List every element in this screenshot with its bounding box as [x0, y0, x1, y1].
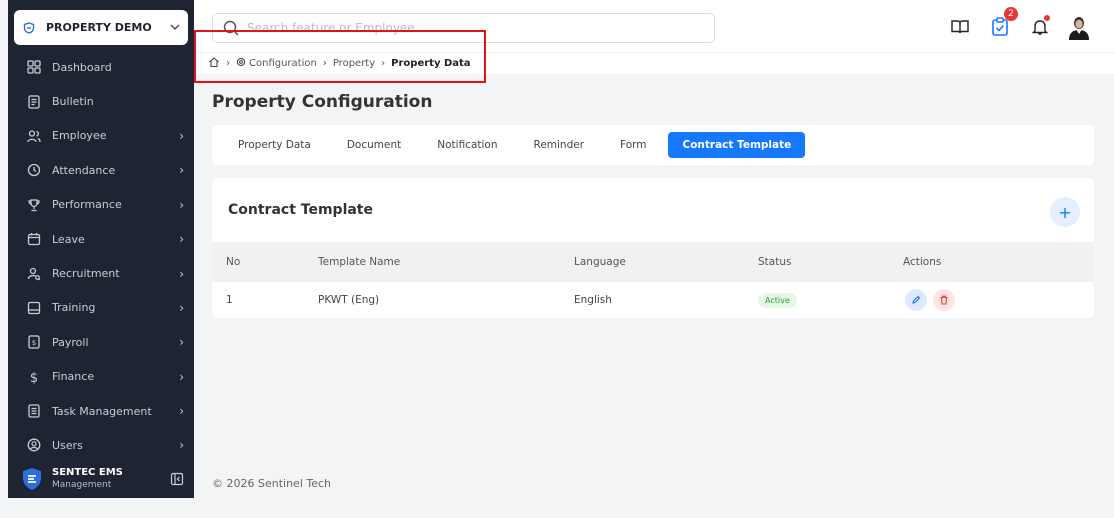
task-count-badge: 2 — [1004, 7, 1018, 21]
sidebar-item-payroll[interactable]: $ Payroll › — [8, 325, 194, 359]
notification-dot — [1044, 15, 1050, 21]
sidebar-item-recruitment[interactable]: Recruitment › — [8, 256, 194, 290]
sidebar-item-label: Bulletin — [52, 95, 94, 109]
page-title: Property Configuration — [212, 92, 433, 112]
sidebar-item-employee[interactable]: Employee › — [8, 119, 194, 153]
clock-icon — [26, 162, 42, 178]
dollar-icon: $ — [26, 369, 42, 385]
card-title: Contract Template — [228, 202, 373, 218]
shield-icon — [22, 21, 36, 35]
collapse-sidebar-icon[interactable] — [170, 472, 184, 486]
tab-reminder[interactable]: Reminder — [520, 132, 599, 158]
calendar-icon — [26, 231, 42, 247]
delete-button[interactable] — [933, 289, 955, 311]
sidebar-nav: Dashboard Bulletin Employee › Attendance… — [8, 50, 194, 463]
svg-text:$: $ — [32, 339, 36, 347]
footer-copyright: © 2026 Sentinel Tech — [212, 477, 332, 490]
chevron-right-icon: › — [179, 300, 184, 315]
column-header-template-name: Template Name — [318, 256, 401, 268]
book-icon[interactable] — [948, 15, 972, 39]
chevron-right-icon: › — [179, 404, 184, 419]
sidebar-item-leave[interactable]: Leave › — [8, 222, 194, 256]
sidebar-brand: SENTEC EMS Management — [8, 460, 194, 498]
training-icon — [26, 300, 42, 316]
bulletin-icon — [26, 94, 42, 110]
sidebar-item-label: Attendance — [52, 163, 116, 177]
sidebar-item-label: Performance — [52, 198, 122, 212]
sidebar-item-dashboard[interactable]: Dashboard — [8, 50, 194, 84]
tab-notification[interactable]: Notification — [423, 132, 511, 158]
sidebar-item-task-management[interactable]: Task Management › — [8, 394, 194, 428]
sidebar-item-attendance[interactable]: Attendance › — [8, 153, 194, 187]
sidebar-item-performance[interactable]: Performance › — [8, 188, 194, 222]
org-selector[interactable]: PROPERTY DEMO — [14, 10, 188, 45]
chevron-right-icon: › — [179, 335, 184, 350]
employee-icon — [26, 128, 42, 144]
trash-icon — [940, 295, 948, 305]
sidebar-item-label: Dashboard — [52, 60, 112, 74]
users-icon — [26, 437, 42, 453]
sidebar-item-label: Training — [52, 301, 96, 315]
payroll-icon: $ — [26, 334, 42, 350]
chevron-right-icon: › — [179, 163, 184, 178]
recruitment-icon — [26, 266, 42, 282]
chevron-down-icon — [170, 22, 180, 33]
brand-subtitle: Management — [52, 480, 112, 490]
column-header-actions: Actions — [903, 256, 942, 268]
chevron-right-icon: › — [179, 266, 184, 281]
contract-template-card: Contract Template + No Template Name Lan… — [212, 178, 1094, 318]
task-list-icon[interactable]: 2 — [988, 7, 1018, 39]
sidebar-item-label: Payroll — [52, 335, 89, 349]
column-header-no: No — [226, 256, 241, 268]
bell-icon[interactable] — [1028, 15, 1052, 39]
row-template-name: PKWT (Eng) — [318, 294, 380, 306]
sidebar-item-label: Finance — [52, 370, 95, 384]
sidebar-item-label: Leave — [52, 232, 85, 246]
status-badge: Active — [758, 292, 797, 308]
sidebar-item-label: Task Management — [52, 404, 152, 418]
sidebar-item-label: Employee — [52, 129, 107, 143]
task-icon — [26, 403, 42, 419]
add-template-button[interactable]: + — [1050, 197, 1080, 227]
tab-document[interactable]: Document — [333, 132, 415, 158]
column-header-status: Status — [758, 256, 792, 268]
chevron-right-icon: › — [179, 438, 184, 453]
chevron-right-icon: › — [179, 128, 184, 143]
sidebar-item-bulletin[interactable]: Bulletin — [8, 84, 194, 118]
dashboard-icon — [26, 59, 42, 75]
status-badge-wrap: Active — [758, 282, 797, 318]
chevron-right-icon: › — [179, 197, 184, 212]
sidebar-item-label: Users — [52, 438, 83, 452]
table-header: No Template Name Language Status Actions — [212, 242, 1094, 282]
sidebar: PROPERTY DEMO Dashboard Bulletin Employe… — [8, 0, 194, 498]
row-actions — [905, 282, 961, 318]
sidebar-item-label: Recruitment — [52, 267, 120, 281]
brand-name: SENTEC EMS — [52, 467, 123, 478]
row-language: English — [574, 294, 612, 306]
trophy-icon — [26, 197, 42, 213]
tab-form[interactable]: Form — [606, 132, 660, 158]
tab-contract-template[interactable]: Contract Template — [668, 132, 806, 158]
sidebar-item-finance[interactable]: $ Finance › — [8, 360, 194, 394]
top-icons: 2 — [932, 7, 1092, 40]
column-header-language: Language — [574, 256, 626, 268]
highlight-box — [194, 30, 486, 83]
pencil-icon — [912, 295, 921, 304]
chevron-right-icon: › — [179, 369, 184, 384]
org-label: PROPERTY DEMO — [46, 21, 152, 34]
table-row: 1 PKWT (Eng) English Active — [212, 282, 1094, 318]
brand-logo-icon — [23, 468, 41, 490]
edit-button[interactable] — [905, 289, 927, 311]
sidebar-item-users[interactable]: Users › — [8, 428, 194, 462]
tab-bar: Property Data Document Notification Remi… — [212, 125, 1094, 165]
sidebar-item-training[interactable]: Training › — [8, 291, 194, 325]
tab-property-data[interactable]: Property Data — [224, 132, 325, 158]
avatar[interactable] — [1066, 14, 1092, 40]
row-no: 1 — [226, 294, 233, 306]
chevron-right-icon: › — [179, 232, 184, 247]
svg-text:$: $ — [30, 371, 38, 384]
